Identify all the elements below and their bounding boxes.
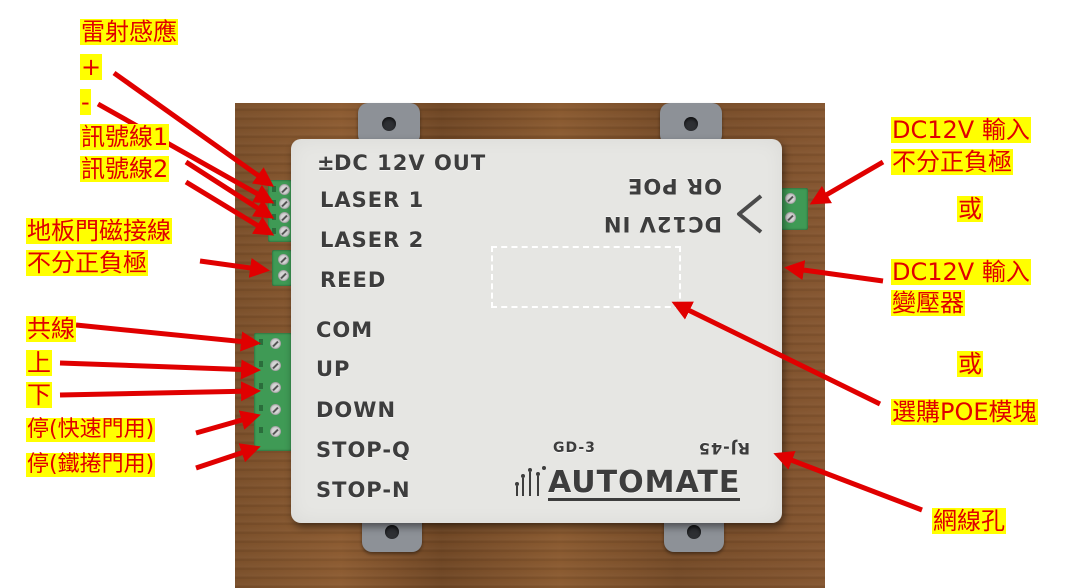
label-stop-fast-door: 停(快速門用) xyxy=(26,417,156,443)
label-down: 下 xyxy=(26,381,52,409)
label-no-polarity: 不分正負極 xyxy=(891,148,1013,176)
com-text: COM xyxy=(316,318,374,342)
or-poe-text: OR POE xyxy=(627,174,722,198)
label-transformer: 變壓器 xyxy=(891,289,965,317)
label-reed-line-1: 地板門磁接線 xyxy=(26,217,172,245)
dc-out-text: DC 12V OUT xyxy=(334,151,487,175)
terminal-block-reed xyxy=(272,250,292,286)
product-photo: ± DC 12V OUT LASER 1 LASER 2 REED COM UP… xyxy=(0,0,1076,588)
poe-module-area xyxy=(491,246,681,308)
laser2-text: LASER 2 xyxy=(320,228,425,252)
label-stop-rolling-door: 停(鐵捲門用) xyxy=(26,452,156,478)
model-text: GD-3 xyxy=(553,440,596,456)
reed-text: REED xyxy=(320,268,387,292)
label-dc-input-1: DC12V 輸入 xyxy=(891,116,1031,144)
up-text: UP xyxy=(316,357,351,381)
label-minus: - xyxy=(80,88,91,116)
label-common: 共線 xyxy=(26,315,76,343)
label-network-port: 網線孔 xyxy=(932,507,1006,535)
stop-n-text: STOP-N xyxy=(316,478,411,502)
laser1-text: LASER 1 xyxy=(320,188,425,212)
arrow-down xyxy=(59,381,261,402)
label-or-2: 或 xyxy=(957,350,983,378)
label-or-1: 或 xyxy=(957,195,983,223)
label-poe-module: 選購POE模塊 xyxy=(891,398,1038,426)
label-signal-wire-1: 訊號線1 xyxy=(80,123,170,151)
terminal-block-laser xyxy=(268,180,292,242)
label-plus: + xyxy=(80,53,103,81)
arrow-common xyxy=(75,322,261,352)
label-up: 上 xyxy=(26,349,52,377)
arrow-up xyxy=(59,359,261,380)
terminal-block-control xyxy=(254,333,292,451)
dc-out-sign: ± xyxy=(317,151,336,175)
label-dc-input-2: DC12V 輸入 xyxy=(891,258,1031,286)
automate-logo-icon xyxy=(515,466,546,496)
rj45-text: RJ-45 xyxy=(697,439,750,458)
down-text: DOWN xyxy=(316,398,397,422)
label-reed-line-2: 不分正負極 xyxy=(26,249,148,277)
label-laser-sensor: 雷射感應 xyxy=(80,18,178,46)
stop-q-text: STOP-Q xyxy=(316,438,411,462)
chevron-left-icon xyxy=(737,194,763,234)
dc-in-text: DC12V IN xyxy=(602,212,722,236)
label-signal-wire-2: 訊號線2 xyxy=(80,155,170,183)
terminal-block-power-in xyxy=(780,188,808,230)
brand-text: AUTOMATE xyxy=(548,465,741,501)
